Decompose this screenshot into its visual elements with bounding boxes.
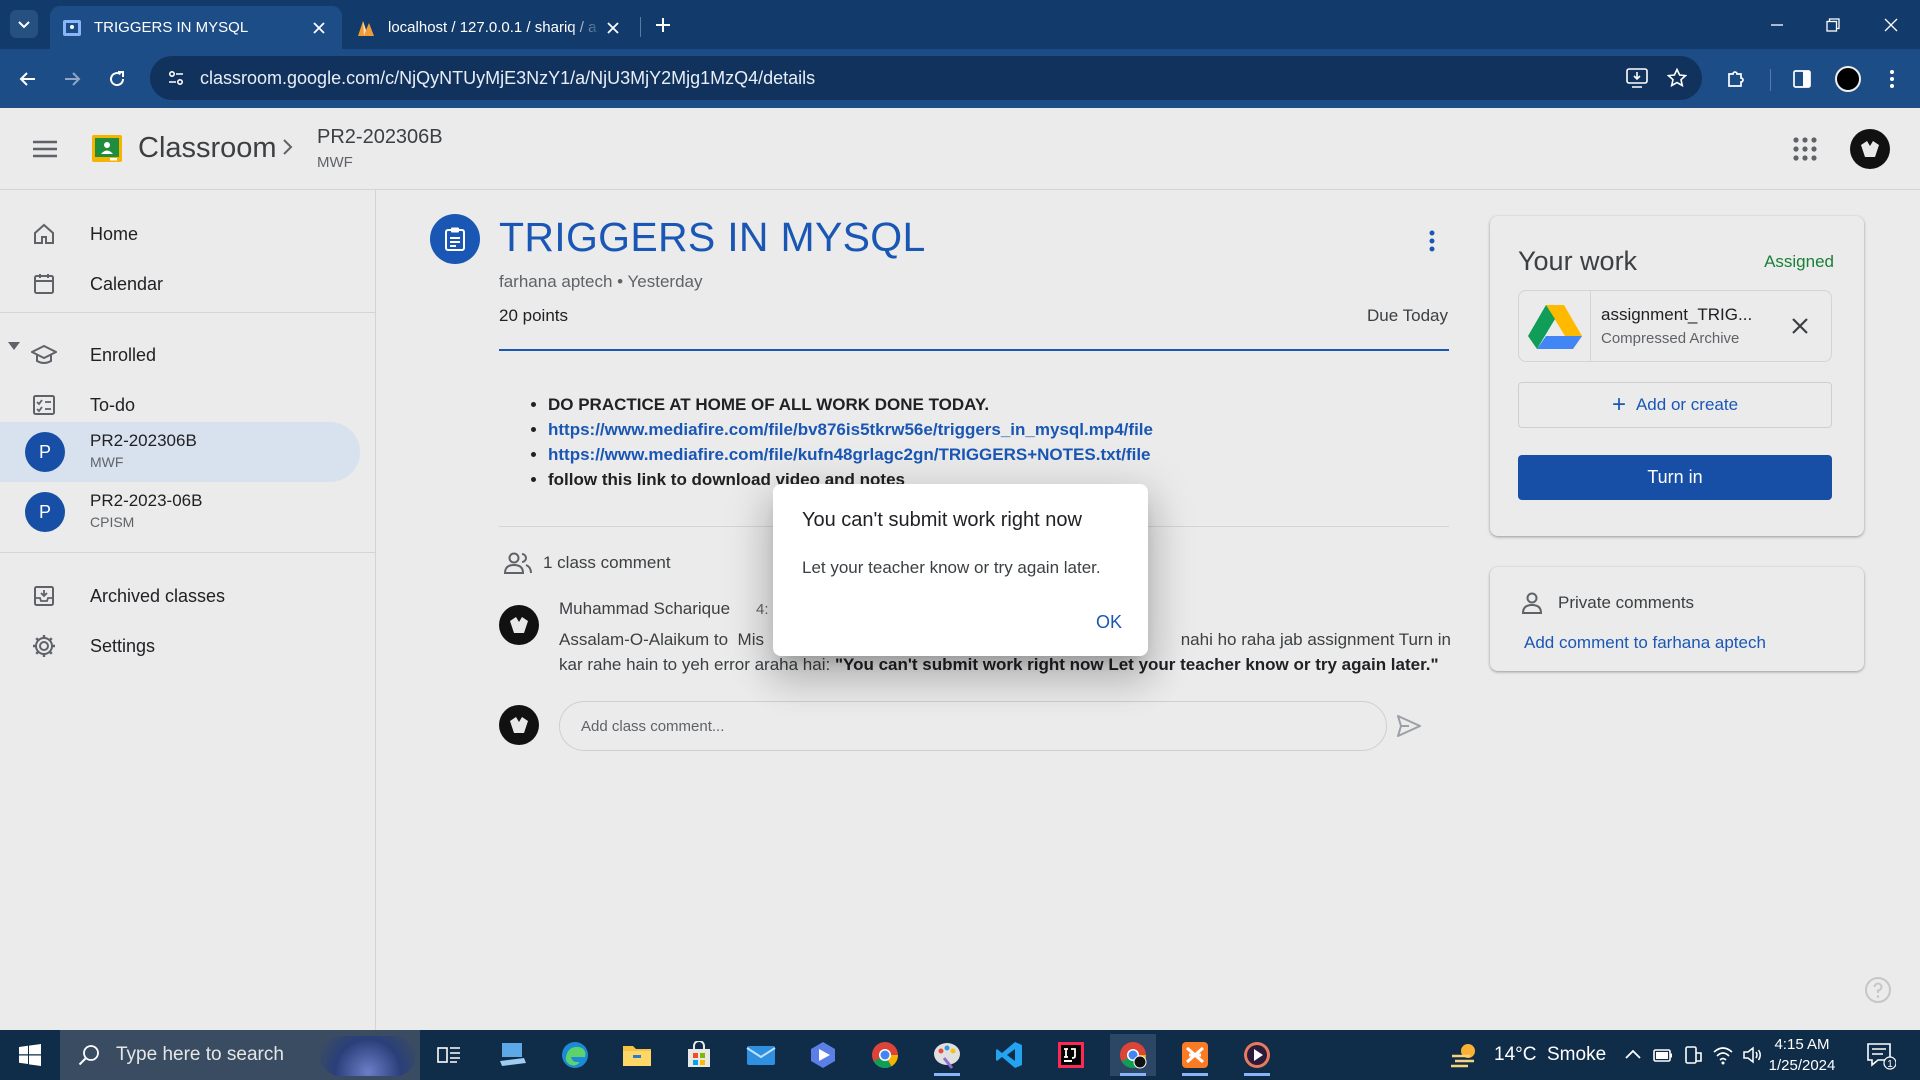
taskbar-app-chrome[interactable] <box>862 1034 908 1076</box>
task-view-button[interactable] <box>426 1034 472 1076</box>
arrow-right-icon <box>65 72 81 86</box>
folder-icon <box>623 1046 651 1066</box>
weather-widget[interactable]: 14°C Smoke <box>1450 1030 1606 1080</box>
profile-avatar <box>1835 66 1861 92</box>
tab-search-button[interactable] <box>10 10 38 38</box>
forward-button[interactable] <box>56 63 88 95</box>
system-clock[interactable]: 4:15 AM 1/25/2024 <box>1754 1034 1850 1076</box>
url-text[interactable]: classroom.google.com/c/NjQyNTUyMjE3NzY1/… <box>200 68 1622 89</box>
taskbar-app-vscode[interactable] <box>986 1034 1032 1076</box>
search-placeholder: Type here to search <box>116 1044 284 1065</box>
weather-text: 14°C Smoke <box>1494 1044 1607 1065</box>
chrome-profile-icon <box>1120 1042 1147 1069</box>
minimize-icon <box>1771 24 1783 26</box>
classroom-favicon-icon <box>63 19 81 36</box>
battery-icon[interactable] <box>1652 1044 1674 1066</box>
puzzle-icon <box>1728 71 1744 87</box>
paint-palette-icon <box>934 1043 960 1069</box>
taskbar-app-media-player[interactable] <box>1234 1034 1280 1076</box>
device-icon[interactable] <box>1682 1044 1704 1066</box>
browser-tab-classroom[interactable]: TRIGGERS IN MYSQL <box>50 6 342 49</box>
bookmark-star-icon[interactable] <box>1662 63 1692 93</box>
new-tab-button[interactable] <box>650 12 676 38</box>
xampp-icon <box>1182 1042 1208 1068</box>
plus-icon <box>656 18 670 32</box>
play-hexagon-icon <box>811 1042 835 1068</box>
browser-tab-phpmyadmin[interactable]: localhost / 127.0.0.1 / shariq / a <box>344 6 636 49</box>
side-panel-icon <box>1793 70 1811 88</box>
close-icon <box>1884 18 1898 32</box>
task-view-icon <box>437 1047 460 1063</box>
taskbar-app-xampp[interactable] <box>1172 1034 1218 1076</box>
chrome-icon <box>872 1042 899 1069</box>
site-info-icon[interactable] <box>164 66 188 90</box>
address-bar[interactable]: classroom.google.com/c/NjQyNTUyMjE3NzY1/… <box>150 56 1702 100</box>
clock-time: 4:15 AM <box>1774 1036 1830 1053</box>
browser-tab-strip: TRIGGERS IN MYSQL localhost / 127.0.0.1 … <box>0 0 1920 49</box>
error-dialog: You can't submit work right now Let your… <box>773 484 1148 656</box>
windows-logo-icon <box>19 1044 41 1066</box>
taskbar-app-power-automate[interactable] <box>800 1034 846 1076</box>
taskbar-app-chrome-profile[interactable] <box>1110 1034 1156 1076</box>
taskbar-app-edge[interactable] <box>552 1034 598 1076</box>
mail-icon <box>746 1046 776 1065</box>
tab-separator <box>640 17 641 37</box>
intellij-icon <box>1058 1042 1084 1068</box>
computer-icon <box>500 1043 526 1066</box>
restore-window-button[interactable] <box>1818 10 1848 40</box>
tab-title: localhost / 127.0.0.1 / shariq / a <box>388 19 597 36</box>
arrow-left-icon <box>19 72 35 86</box>
dialog-title: You can't submit work right now <box>802 509 1082 531</box>
chevron-up-icon[interactable] <box>1622 1044 1644 1066</box>
restore-icon <box>1826 18 1840 32</box>
weather-haze-icon <box>1451 1044 1475 1068</box>
tab-close-icon[interactable] <box>308 17 330 39</box>
tab-title: TRIGGERS IN MYSQL <box>94 19 249 36</box>
more-vertical-icon <box>1890 70 1894 88</box>
taskbar-app-paint[interactable] <box>924 1034 970 1076</box>
back-button[interactable] <box>12 63 44 95</box>
tab-close-icon[interactable] <box>602 17 624 39</box>
minimize-window-button[interactable] <box>1762 10 1792 40</box>
wifi-icon[interactable] <box>1712 1044 1734 1066</box>
profile-button[interactable] <box>1832 63 1864 95</box>
browser-toolbar: classroom.google.com/c/NjQyNTUyMjE3NzY1/… <box>0 49 1920 108</box>
install-app-icon[interactable] <box>1622 63 1652 93</box>
phpmyadmin-favicon-icon <box>358 20 374 36</box>
notification-center-button[interactable]: 1 <box>1866 1042 1896 1070</box>
clock-date: 1/25/2024 <box>1768 1057 1836 1074</box>
notification-icon: 1 <box>1867 1043 1896 1070</box>
extensions-button[interactable] <box>1720 63 1752 95</box>
search-icon <box>78 1045 99 1066</box>
reload-button[interactable] <box>101 63 133 95</box>
taskbar-app-file-explorer[interactable] <box>614 1034 660 1076</box>
vscode-icon <box>996 1042 1022 1068</box>
reload-icon <box>110 71 125 87</box>
search-highlight-image <box>320 1036 416 1076</box>
edge-icon <box>562 1042 588 1068</box>
media-play-icon <box>1244 1042 1270 1068</box>
side-panel-button[interactable] <box>1786 63 1818 95</box>
taskbar-app-store[interactable] <box>676 1034 722 1076</box>
start-button[interactable] <box>0 1030 60 1080</box>
toolbar-separator <box>1770 69 1771 91</box>
taskbar-app-remote[interactable] <box>490 1034 536 1076</box>
close-window-button[interactable] <box>1876 10 1906 40</box>
store-icon <box>688 1041 710 1067</box>
notification-count: 1 <box>1887 1059 1893 1070</box>
taskbar-app-intellij[interactable] <box>1048 1034 1094 1076</box>
dialog-ok-button[interactable]: OK <box>1090 608 1128 637</box>
dialog-message: Let your teacher know or try again later… <box>802 558 1101 577</box>
chevron-down-icon <box>18 21 30 29</box>
taskbar-app-mail[interactable] <box>738 1034 784 1076</box>
chrome-menu-button[interactable] <box>1876 63 1908 95</box>
windows-taskbar: Type here to search 14°C Smoke 4:15 AM 1… <box>0 1030 1920 1080</box>
